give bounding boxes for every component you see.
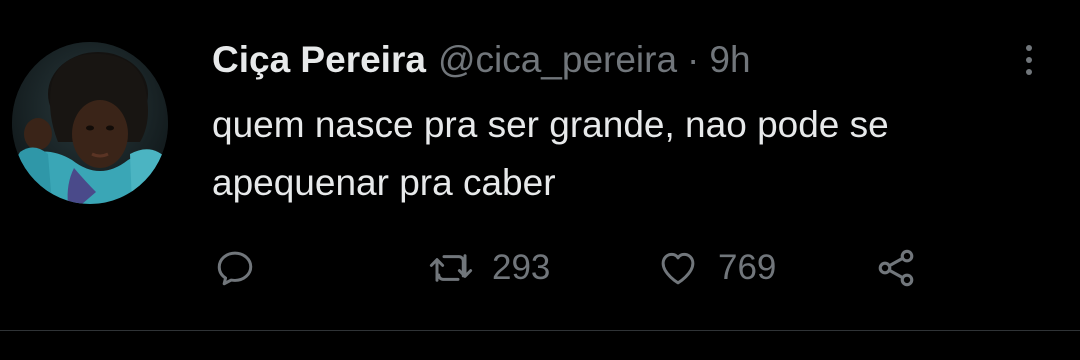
tweet-text-line: quem nasce pra ser grande, nao pode se [212, 104, 889, 145]
more-dot [1026, 69, 1032, 75]
author-name[interactable]: Ciça Pereira [212, 39, 426, 81]
tweet-text: quem nasce pra ser grande, nao pode se a… [212, 96, 1062, 212]
avatar-image [12, 42, 168, 204]
reply-icon [217, 251, 253, 286]
like-count: 769 [718, 248, 777, 287]
more-dot [1026, 45, 1032, 51]
tweet-text-line: apequenar pra caber [212, 162, 556, 203]
divider [0, 330, 1080, 331]
retweet-count: 293 [492, 248, 551, 287]
separator-dot: · [687, 39, 700, 80]
avatar[interactable] [12, 42, 168, 204]
tweet-header: Ciça Pereira @cica_pereira · 9h [212, 36, 751, 84]
share-icon [878, 249, 914, 287]
tweet[interactable]: Ciça Pereira @cica_pereira · 9h quem nas… [0, 0, 1080, 360]
heart-icon [661, 252, 695, 285]
like-button[interactable]: 769 [656, 244, 776, 292]
tweet-time[interactable]: 9h [709, 39, 750, 81]
reply-button[interactable] [214, 244, 256, 292]
more-options-icon[interactable] [1014, 38, 1044, 82]
author-handle[interactable]: @cica_pereira [438, 39, 677, 81]
share-button[interactable] [874, 244, 918, 292]
more-dot [1026, 57, 1032, 63]
retweet-icon [429, 254, 473, 282]
retweet-button[interactable]: 293 [428, 244, 550, 292]
